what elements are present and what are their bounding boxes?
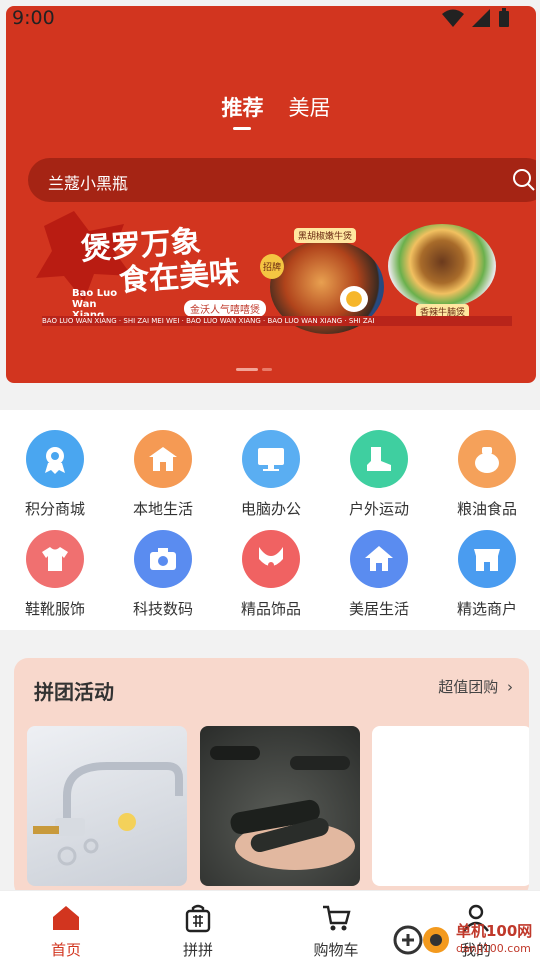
category-office[interactable]: 电脑办公 — [217, 430, 325, 519]
banner-badge: 招牌 — [260, 254, 285, 279]
watermark: 单机100网 danji100.com — [392, 918, 540, 960]
category-grain-oil[interactable]: 粮油食品 — [433, 430, 540, 519]
food-bowl-right — [388, 224, 496, 308]
badge-icon — [26, 430, 84, 488]
tab-recommend[interactable]: 推荐 — [221, 92, 263, 130]
nav-cart[interactable]: 购物车 — [286, 903, 386, 960]
nav-label: 购物车 — [313, 941, 359, 959]
carousel-dot-active — [236, 368, 258, 371]
banner-stripe: BAO LUO WAN XIANG · SHI ZAI MEI WEI · BA… — [42, 316, 512, 326]
boot-icon — [350, 430, 408, 488]
category-outdoor[interactable]: 户外运动 — [325, 430, 433, 519]
cart-icon — [323, 905, 351, 931]
product-card-sea-cucumber[interactable] — [200, 726, 360, 886]
home-icon — [350, 530, 408, 588]
watermark-text: 单机100网 — [456, 922, 533, 940]
nav-pinpin[interactable]: 拼拼 — [148, 903, 248, 960]
house-icon — [134, 430, 192, 488]
search-icon[interactable] — [512, 168, 536, 196]
category-label: 精选商户 — [456, 600, 517, 618]
banner-promo: 金沃人气嘻嘻煲 — [184, 300, 266, 317]
group-buy-section: 拼团活动 超值团购 › — [14, 658, 529, 898]
category-points-mall[interactable]: 积分商城 — [1, 430, 109, 519]
carousel-dot — [262, 368, 272, 371]
category-label: 精品饰品 — [240, 600, 301, 618]
status-time: 9:00 — [12, 7, 55, 29]
category-apparel[interactable]: 鞋靴服饰 — [1, 530, 109, 619]
category-label: 粮油食品 — [456, 500, 517, 518]
search-input[interactable]: 兰蔻小黑瓶 — [48, 170, 128, 194]
status-bar: 9:00 — [0, 0, 540, 36]
category-label: 户外运动 — [348, 500, 409, 518]
nav-label: 首页 — [50, 941, 81, 959]
monitor-icon — [242, 430, 300, 488]
banner-tag-beef: 黑胡椒嫩牛煲 — [294, 228, 357, 243]
bag-icon — [185, 904, 211, 933]
signal-icon — [472, 9, 490, 27]
search-bar[interactable]: 兰蔻小黑瓶 — [28, 158, 536, 202]
header-banner-area: 推荐 美居 兰蔻小黑瓶 煲罗万象 食在美味 Bao Luo Wan Xiang … — [6, 6, 536, 383]
egg — [340, 286, 368, 312]
group-buy-title: 拼团活动 — [34, 680, 114, 704]
category-label: 美居生活 — [348, 600, 409, 618]
category-label: 鞋靴服饰 — [24, 600, 85, 618]
necklace-icon — [242, 530, 300, 588]
promo-banner[interactable]: 煲罗万象 食在美味 Bao Luo Wan Xiang 金沃人气嘻嘻煲 黑胡椒嫩… — [34, 206, 514, 336]
watermark-sub: danji100.com — [456, 942, 531, 955]
tab-home-living[interactable]: 美居 — [289, 92, 331, 122]
nav-home[interactable]: 首页 — [16, 903, 116, 960]
faucet-image — [33, 762, 183, 866]
category-label: 科技数码 — [132, 600, 193, 618]
camera-icon — [134, 530, 192, 588]
store-icon — [458, 530, 516, 588]
category-local-life[interactable]: 本地生活 — [109, 430, 217, 519]
category-grid: 积分商城 本地生活 电脑办公 户外运动 粮油食品 鞋靴服饰 科技数码 精品饰品 … — [0, 410, 540, 630]
battery-icon — [499, 8, 509, 27]
product-card-blank[interactable] — [372, 726, 529, 886]
nav-label: 拼拼 — [182, 941, 213, 959]
group-buy-more-label: 超值团购 — [438, 678, 499, 696]
category-home-living[interactable]: 美居生活 — [325, 530, 433, 619]
category-digital[interactable]: 科技数码 — [109, 530, 217, 619]
top-tabs: 推荐 美居 — [6, 92, 536, 130]
shirt-icon — [26, 530, 84, 588]
category-label: 电脑办公 — [240, 500, 301, 518]
sea-cucumber-image — [210, 746, 355, 870]
group-buy-more-link[interactable]: 超值团购 › — [438, 676, 513, 697]
category-label: 本地生活 — [132, 500, 193, 518]
sack-icon — [458, 430, 516, 488]
category-label: 积分商城 — [24, 500, 85, 518]
category-accessories[interactable]: 精品饰品 — [217, 530, 325, 619]
chevron-right-icon: › — [507, 678, 513, 696]
category-merchants[interactable]: 精选商户 — [433, 530, 540, 619]
home-icon — [53, 906, 79, 930]
carousel-indicator — [236, 368, 272, 371]
watermark-logo-icon — [393, 925, 449, 955]
product-card-faucet[interactable] — [27, 726, 187, 886]
system-icons — [442, 8, 510, 28]
wifi-icon — [442, 9, 464, 27]
